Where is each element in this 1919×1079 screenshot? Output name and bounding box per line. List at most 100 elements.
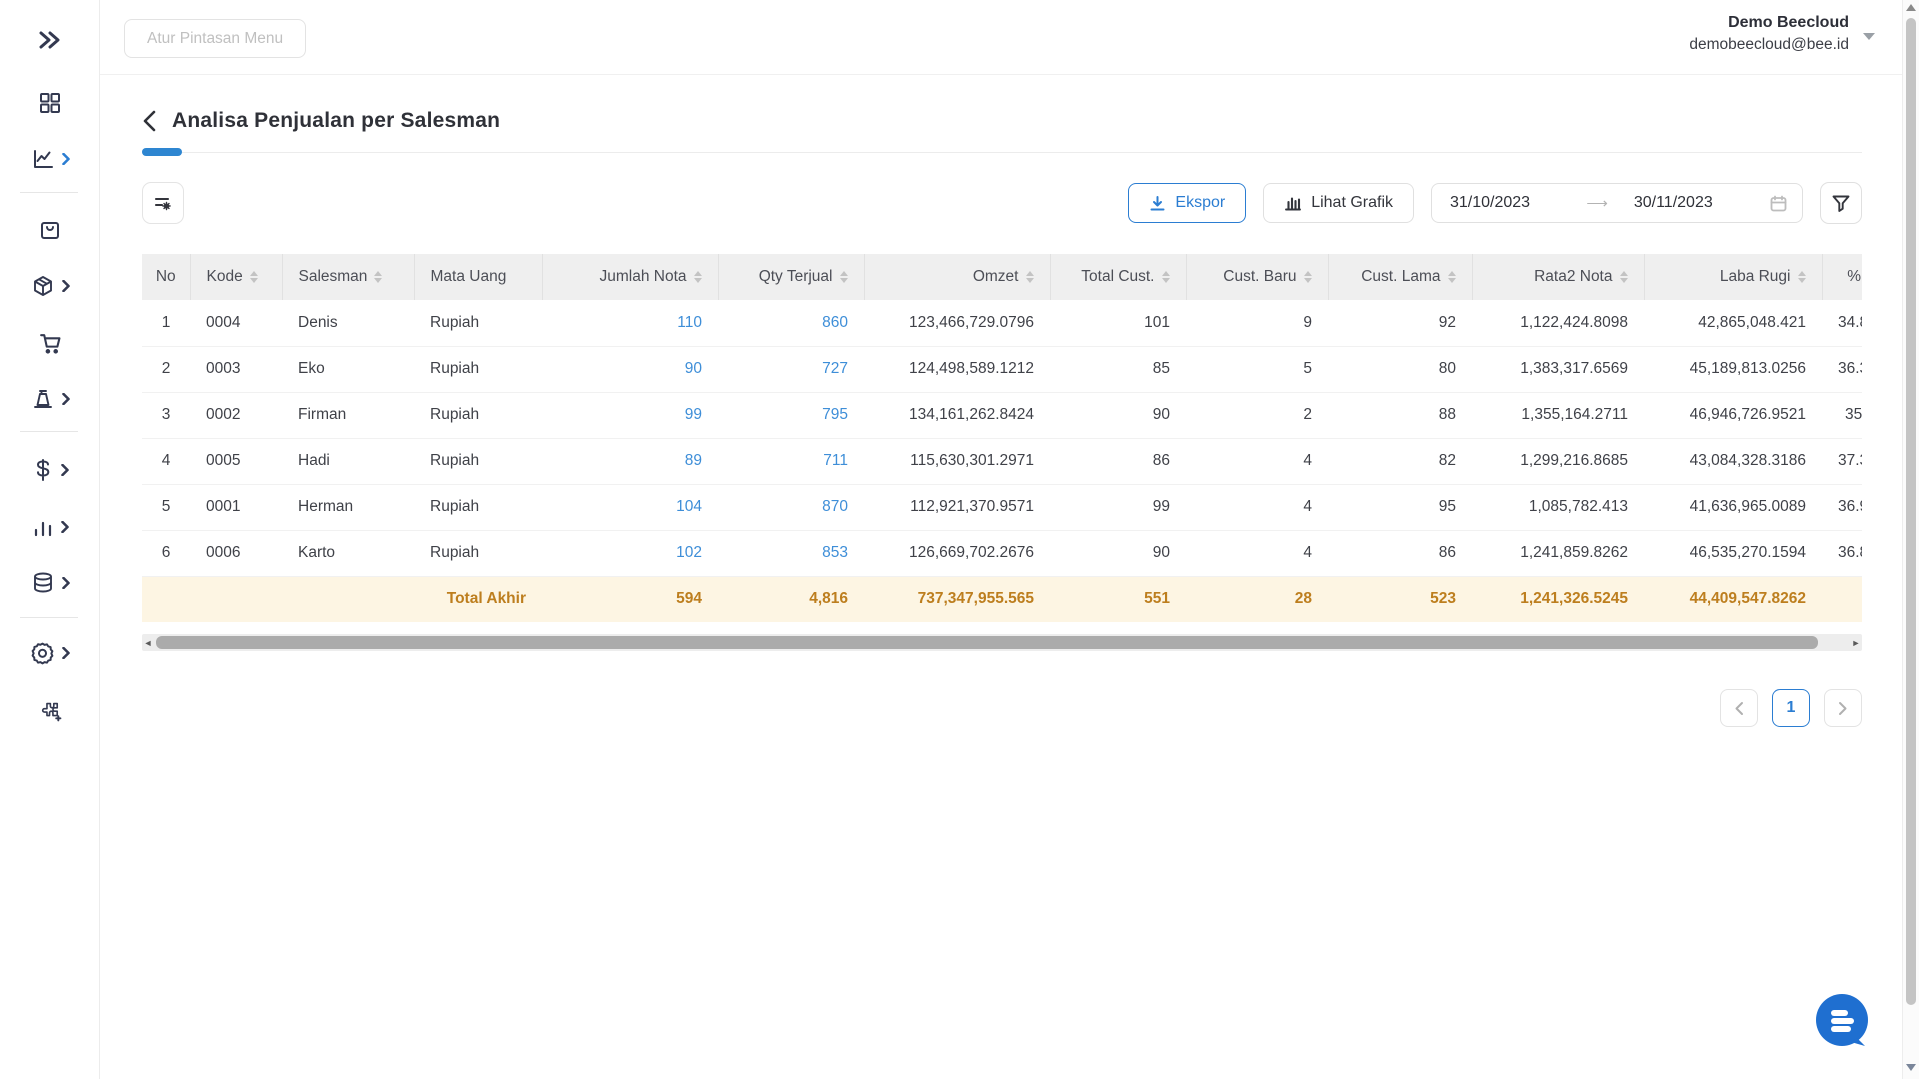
sidebar-item-reports[interactable] xyxy=(0,512,100,542)
cell-no: 4 xyxy=(142,438,190,484)
vertical-scrollbar-thumb[interactable] xyxy=(1906,18,1916,1005)
table-row: 6 0006 Karto Rupiah 102 853 126,669,702.… xyxy=(142,530,1862,576)
sidebar-item-settings[interactable] xyxy=(0,638,100,668)
cell-cust-lama: 82 xyxy=(1328,438,1472,484)
total-label: Total Akhir xyxy=(414,576,542,622)
scroll-left-icon[interactable]: ◄ xyxy=(142,638,154,648)
sort-icon[interactable] xyxy=(694,271,702,283)
sidebar-item-sales[interactable] xyxy=(0,215,100,245)
col-no: No xyxy=(142,254,190,300)
jumlah-nota-link[interactable]: 89 xyxy=(685,452,702,469)
cell-total-cust: 99 xyxy=(1050,484,1186,530)
export-button[interactable]: Ekspor xyxy=(1128,183,1246,223)
jumlah-nota-link[interactable]: 102 xyxy=(676,544,702,561)
shortcut-menu-button[interactable]: Atur Pintasan Menu xyxy=(124,19,306,58)
cell-salesman: Hadi xyxy=(282,438,414,484)
bag-icon xyxy=(38,218,62,242)
col-cust-baru[interactable]: Cust. Baru xyxy=(1186,254,1328,300)
total-cust-lama: 523 xyxy=(1328,576,1472,622)
scale-icon xyxy=(31,387,55,411)
sidebar-item-pos[interactable] xyxy=(0,384,100,414)
arrow-right-icon: ⟶ xyxy=(1586,194,1608,212)
sidebar-divider xyxy=(20,192,78,193)
scroll-up-icon[interactable] xyxy=(1906,4,1916,11)
col-pct[interactable]: % xyxy=(1822,254,1862,300)
sidebar-expand-button[interactable] xyxy=(0,25,100,55)
chat-launcher-button[interactable] xyxy=(1811,990,1875,1054)
prev-page-button[interactable] xyxy=(1720,689,1758,727)
sidebar-item-masterdata[interactable] xyxy=(0,568,100,598)
sidebar xyxy=(0,0,100,1079)
scroll-right-icon[interactable]: ► xyxy=(1850,638,1862,648)
col-kode[interactable]: Kode xyxy=(190,254,282,300)
total-row: Total Akhir 594 4,816 737,347,955.565 55… xyxy=(142,576,1862,622)
horizontal-scrollbar-thumb[interactable] xyxy=(156,636,1818,649)
next-page-button[interactable] xyxy=(1824,689,1862,727)
user-email: demobeecloud@bee.id xyxy=(1689,34,1849,56)
cell-salesman: Firman xyxy=(282,392,414,438)
chevron-right-icon xyxy=(61,464,69,476)
cell-mata-uang: Rupiah xyxy=(414,530,542,576)
cell-kode: 0003 xyxy=(190,346,282,392)
sort-icon[interactable] xyxy=(1162,271,1170,283)
cell-total-cust: 86 xyxy=(1050,438,1186,484)
sort-icon[interactable] xyxy=(1620,271,1628,283)
qty-terjual-link[interactable]: 853 xyxy=(822,544,848,561)
date-from[interactable]: 31/10/2023 xyxy=(1450,194,1530,212)
scroll-down-icon[interactable] xyxy=(1906,1064,1916,1071)
cell-rata2-nota: 1,241,859.8262 xyxy=(1472,530,1644,576)
sort-icon[interactable] xyxy=(1304,271,1312,283)
view-chart-button[interactable]: Lihat Grafik xyxy=(1263,183,1414,223)
qty-terjual-link[interactable]: 795 xyxy=(822,406,848,423)
col-salesman[interactable]: Salesman xyxy=(282,254,414,300)
horizontal-scrollbar[interactable]: ◄ ► xyxy=(142,634,1862,651)
page-1-button[interactable]: 1 xyxy=(1772,689,1810,727)
grid-icon xyxy=(38,91,62,115)
sidebar-item-purchases[interactable] xyxy=(0,328,100,358)
sort-icon[interactable] xyxy=(840,271,848,283)
qty-terjual-link[interactable]: 870 xyxy=(822,498,848,515)
cell-omzet: 134,161,262.8424 xyxy=(864,392,1050,438)
jumlah-nota-link[interactable]: 110 xyxy=(677,314,702,331)
caret-down-icon[interactable] xyxy=(1863,33,1875,40)
qty-terjual-link[interactable]: 711 xyxy=(823,452,848,469)
col-rata2-nota[interactable]: Rata2 Nota xyxy=(1472,254,1644,300)
jumlah-nota-link[interactable]: 104 xyxy=(676,498,702,515)
col-omzet[interactable]: Omzet xyxy=(864,254,1050,300)
col-jumlah-nota[interactable]: Jumlah Nota xyxy=(542,254,718,300)
filter-button[interactable] xyxy=(1820,182,1862,224)
cell-salesman: Denis xyxy=(282,300,414,346)
col-cust-lama[interactable]: Cust. Lama xyxy=(1328,254,1472,300)
date-to[interactable]: 30/11/2023 xyxy=(1634,194,1713,212)
sidebar-item-addons[interactable] xyxy=(0,695,100,725)
cell-omzet: 112,921,370.9571 xyxy=(864,484,1050,530)
calendar-icon xyxy=(1769,194,1788,213)
qty-terjual-link[interactable]: 860 xyxy=(822,314,848,331)
user-menu[interactable]: Demo Beecloud demobeecloud@bee.id xyxy=(1689,11,1849,57)
sidebar-item-analytics[interactable] xyxy=(0,144,100,174)
total-qty-terjual: 4,816 xyxy=(718,576,864,622)
user-name: Demo Beecloud xyxy=(1689,11,1849,34)
jumlah-nota-link[interactable]: 99 xyxy=(685,406,702,423)
column-settings-button[interactable] xyxy=(142,182,184,224)
col-qty-terjual[interactable]: Qty Terjual xyxy=(718,254,864,300)
vertical-scrollbar[interactable] xyxy=(1902,0,1919,1079)
jumlah-nota-link[interactable]: 90 xyxy=(685,360,702,377)
sort-icon[interactable] xyxy=(250,271,258,283)
sort-icon[interactable] xyxy=(1026,271,1034,283)
sort-icon[interactable] xyxy=(374,271,382,283)
back-button[interactable] xyxy=(142,110,156,132)
sort-icon[interactable] xyxy=(1798,271,1806,283)
date-range-picker[interactable]: 31/10/2023 ⟶ 30/11/2023 xyxy=(1431,183,1803,223)
cell-cust-lama: 80 xyxy=(1328,346,1472,392)
total-laba-rugi: 44,409,547.8262 xyxy=(1644,576,1822,622)
sidebar-item-finance[interactable] xyxy=(0,455,100,485)
cell-mata-uang: Rupiah xyxy=(414,346,542,392)
sort-icon[interactable] xyxy=(1448,271,1456,283)
col-total-cust[interactable]: Total Cust. xyxy=(1050,254,1186,300)
sidebar-item-dashboard[interactable] xyxy=(0,88,100,118)
sidebar-item-products[interactable] xyxy=(0,271,100,301)
cell-laba-rugi: 43,084,328.3186 xyxy=(1644,438,1822,484)
col-laba-rugi[interactable]: Laba Rugi xyxy=(1644,254,1822,300)
qty-terjual-link[interactable]: 727 xyxy=(822,360,848,377)
